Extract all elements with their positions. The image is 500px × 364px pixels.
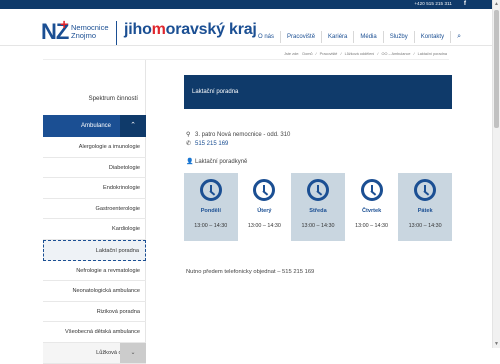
nav-item-kariera[interactable]: Kariéra	[321, 30, 353, 43]
chevron-down-icon[interactable]: ⌄	[120, 342, 146, 363]
sidebar-item[interactable]: Endokrinologie	[43, 178, 146, 199]
breadcrumb-current: Laktační poradna	[417, 52, 447, 56]
facebook-icon[interactable]: f	[464, 0, 466, 7]
sidebar-item[interactable]: Alergologie a imunologie	[43, 137, 146, 158]
breadcrumb-sep: /	[377, 52, 379, 56]
sidebar-heading[interactable]: Spektrum činností	[43, 95, 146, 102]
opening-hours: Pondělí 13:00 – 14:30 Úterý 13:00 – 14:3…	[184, 173, 452, 241]
region-logo-accent: m	[151, 21, 166, 38]
region-logo-before: jiho	[124, 21, 152, 38]
consultant-label: Laktační poradkyně	[195, 159, 248, 165]
nav-item-kontakty[interactable]: Kontakty	[413, 30, 450, 43]
phone: ✆ 515 215 169	[186, 140, 228, 149]
breadcrumb-sep: /	[315, 52, 317, 56]
header: NZ + Nemocnice Znojmo jihomoravský kraj …	[0, 9, 492, 46]
day-column: Úterý 13:00 – 14:30	[238, 173, 292, 241]
day-column: Pondělí 13:00 – 14:30	[184, 173, 238, 241]
clock-icon	[253, 179, 276, 201]
booking-note: Nutno předem telefonicky objednat – 515 …	[186, 269, 315, 275]
main-nav: O nás Pracoviště Kariéra Média Služby Ko…	[252, 18, 467, 55]
clock-icon	[306, 179, 329, 201]
nav-item-o-nas[interactable]: O nás	[252, 31, 280, 43]
map-marker-icon: ⚲	[186, 132, 191, 138]
nav-item-sluzby[interactable]: Služby	[382, 30, 414, 43]
chevron-up-icon[interactable]: ⌃	[120, 115, 146, 137]
sidebar-item[interactable]: Diabetologie	[43, 158, 146, 179]
sidebar-item-active[interactable]: Laktační poradna	[43, 239, 146, 261]
day-name: Pondělí	[200, 208, 221, 214]
breadcrumb-pracoviste[interactable]: Pracoviště	[320, 52, 338, 56]
day-column: Čtvrtek 13:00 – 14:30	[345, 173, 399, 241]
phone-link[interactable]: 515 215 169	[195, 141, 228, 147]
nav-item-media[interactable]: Média	[353, 30, 382, 43]
breadcrumb-sep: /	[340, 52, 342, 56]
breadcrumb-sep: /	[413, 52, 415, 56]
breadcrumb-prefix: Jste zde:	[284, 52, 300, 56]
sidebar-section-label: Ambulance	[81, 123, 112, 129]
clock-icon	[360, 179, 383, 201]
day-time: 13:00 – 14:30	[301, 223, 335, 229]
sidebar-item[interactable]: Gastroenterologie	[43, 199, 146, 220]
breadcrumb-luzkova[interactable]: Lůžková oddělení	[345, 52, 375, 56]
logo-divider	[116, 21, 117, 45]
day-time: 13:00 – 14:30	[408, 223, 442, 229]
top-phone[interactable]: +420 515 215 311	[414, 1, 452, 6]
day-column: Pátek 13:00 – 14:30	[398, 173, 452, 241]
day-name: Středa	[309, 208, 327, 214]
scroll-up-icon[interactable]: ▲	[494, 1, 499, 7]
logo-plus: +	[60, 16, 69, 32]
sidebar-item[interactable]: Riziková poradna	[43, 302, 146, 323]
region-logo[interactable]: jihomoravský kraj	[124, 20, 257, 40]
nav-item-pracoviste[interactable]: Pracoviště	[280, 30, 321, 43]
logo-line2: Znojmo	[71, 31, 97, 40]
day-name: Úterý	[257, 208, 272, 214]
search-icon[interactable]: ⌕	[450, 30, 467, 43]
scrollbar[interactable]: ▲ ▼	[492, 0, 500, 348]
breadcrumb: Jste zde: Domů / Pracoviště / Lůžková od…	[283, 52, 448, 56]
sidebar-item[interactable]: Nefrologie a revmatologie	[43, 261, 146, 282]
sidebar-item[interactable]: Kardiologie	[43, 219, 146, 240]
clock-icon	[199, 179, 222, 201]
day-column: Středa 13:00 – 14:30	[291, 173, 345, 241]
day-time: 13:00 – 14:30	[247, 223, 281, 229]
page-title: Laktační poradna	[184, 75, 452, 109]
sidebar-list: Alergologie a imunologie Diabetologie En…	[43, 137, 146, 364]
scrollbar-thumb[interactable]	[494, 10, 499, 128]
sidebar-section-ambulance[interactable]: Ambulance ⌃	[43, 115, 146, 137]
phone-icon: ✆	[186, 141, 192, 147]
clock-icon	[414, 179, 437, 201]
address-text: 3. patro Nová nemocnice - odd. 310	[195, 132, 291, 138]
top-bar: +420 515 215 311 f	[0, 0, 492, 9]
scroll-down-icon[interactable]: ▼	[494, 341, 499, 347]
breadcrumb-home[interactable]: Domů	[302, 52, 312, 56]
day-time: 13:00 – 14:30	[194, 223, 228, 229]
day-name: Čtvrtek	[361, 208, 382, 214]
sidebar-item-luzkova[interactable]: Lůžková oddělení ⌄	[43, 342, 146, 364]
day-time: 13:00 – 14:30	[355, 223, 389, 229]
breadcrumb-ambulance[interactable]: OO – Ambulance	[382, 52, 411, 56]
sidebar-item[interactable]: Všeobecná dětská ambulance	[43, 322, 146, 343]
region-logo-after: oravský kraj	[165, 21, 257, 38]
address: ⚲ 3. patro Nová nemocnice - odd. 310	[186, 131, 290, 140]
user-icon: 👤	[186, 159, 194, 165]
sidebar-item[interactable]: Neonatologická ambulance	[43, 281, 146, 302]
consultant: 👤 Laktační poradkyně	[186, 158, 247, 167]
day-name: Pátek	[417, 208, 433, 214]
sidebar: Spektrum činností Ambulance ⌃ Alergologi…	[43, 60, 146, 364]
hospital-logo[interactable]: NZ + Nemocnice Znojmo	[41, 16, 111, 50]
